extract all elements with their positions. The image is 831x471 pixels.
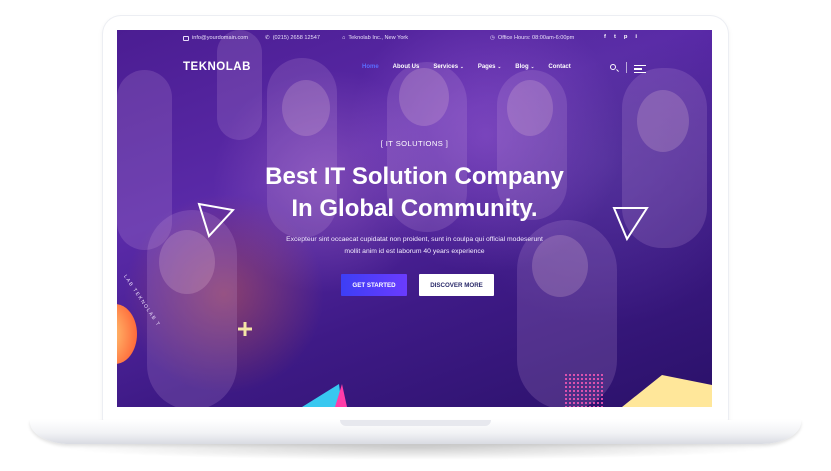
twitter-icon[interactable]: t xyxy=(614,34,616,40)
hero-eyebrow: [ IT SOLUTIONS ] xyxy=(380,139,449,148)
hours-text: Office Hours: 08:00am-6:00pm xyxy=(497,35,575,41)
website-screen: info@yourdomain.com ✆ (0215) 2658 12547 … xyxy=(117,30,712,407)
hamburger-menu-icon[interactable] xyxy=(634,65,646,75)
get-started-button[interactable]: GET STARTED xyxy=(341,274,407,296)
blue-triangle-graphic xyxy=(302,384,347,407)
building-icon: ⌂ xyxy=(342,35,346,41)
description-line-2: mollit anim id est laborum 40 years expe… xyxy=(344,248,485,255)
discover-more-button[interactable]: DISCOVER MORE xyxy=(419,274,494,296)
nav-item-pages[interactable]: Pages ⌄ xyxy=(478,64,501,70)
dot-pattern-graphic xyxy=(564,373,604,407)
photo-face xyxy=(282,80,330,136)
nav-item-contact[interactable]: Contact xyxy=(548,64,570,70)
clock-icon: ◷ xyxy=(490,35,495,41)
main-menu: Home About Us Services ⌄ Pages ⌄ Blog ⌄ Con… xyxy=(362,64,571,70)
nav-item-home[interactable]: Home xyxy=(362,64,379,70)
search-icon[interactable] xyxy=(610,64,616,70)
social-links: f t p i xyxy=(604,34,637,40)
phone-text: (0215) 2658 12547 xyxy=(272,35,320,41)
hero-headline: Best IT Solution Company In Global Commu… xyxy=(117,161,712,225)
description-line-1: Excepteur sint occaecat cupidatat non pr… xyxy=(286,236,543,243)
top-info-bar: info@yourdomain.com ✆ (0215) 2658 12547 … xyxy=(117,30,712,48)
laptop-notch xyxy=(340,420,491,426)
hero-description: Excepteur sint occaecat cupidatat non pr… xyxy=(117,234,712,258)
hours-info: ◷ Office Hours: 08:00am-6:00pm xyxy=(490,35,574,41)
chevron-down-icon: ⌄ xyxy=(497,64,502,69)
headline-line-1: Best IT Solution Company xyxy=(265,163,564,190)
headline-line-2: In Global Community. xyxy=(291,195,538,222)
main-navbar: TEKNOLAB Home About Us Services ⌄ Pages ⌄ … xyxy=(117,56,712,78)
nav-item-blog-label: Blog xyxy=(515,64,529,70)
phone-info[interactable]: ✆ (0215) 2658 12547 xyxy=(265,35,320,41)
instagram-icon[interactable]: i xyxy=(635,34,637,40)
plus-icon xyxy=(238,322,252,336)
nav-item-blog[interactable]: Blog ⌄ xyxy=(515,64,534,70)
address-text: Teknolab Inc., New York xyxy=(348,35,409,41)
nav-divider xyxy=(626,62,627,73)
nav-item-pages-label: Pages xyxy=(477,64,496,70)
photo-face xyxy=(507,80,553,136)
phone-icon: ✆ xyxy=(265,35,270,41)
nav-item-about[interactable]: About Us xyxy=(393,64,420,70)
envelope-icon xyxy=(183,35,189,41)
address-info: ⌂ Teknolab Inc., New York xyxy=(342,35,408,41)
pinterest-icon[interactable]: p xyxy=(624,34,628,40)
site-logo[interactable]: TEKNOLAB xyxy=(183,61,251,73)
email-info[interactable]: info@yourdomain.com xyxy=(183,35,248,41)
chevron-down-icon: ⌄ xyxy=(530,64,535,69)
email-text: info@yourdomain.com xyxy=(192,35,249,41)
nav-item-services[interactable]: Services ⌄ xyxy=(433,64,463,70)
facebook-icon[interactable]: f xyxy=(604,34,606,40)
yellow-triangle-graphic xyxy=(622,375,712,407)
chevron-down-icon: ⌄ xyxy=(460,64,464,69)
nav-item-services-label: Services xyxy=(433,64,459,70)
